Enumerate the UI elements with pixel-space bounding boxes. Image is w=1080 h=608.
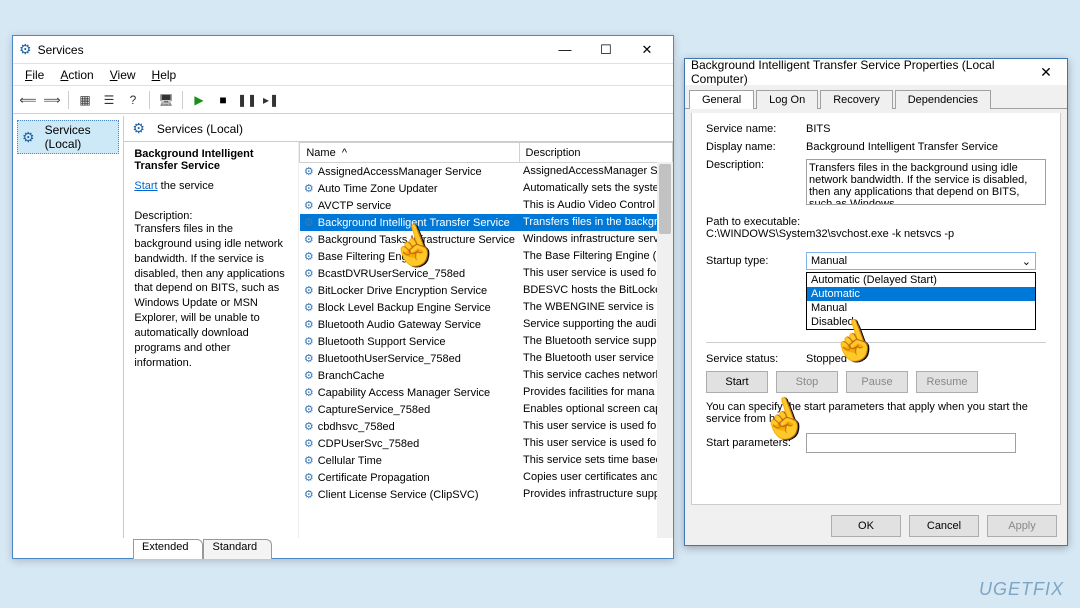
column-name[interactable]: Name ^ (300, 143, 519, 163)
selected-service-title: Background Intelligent Transfer Service (134, 148, 288, 172)
service-row[interactable]: CDPUserSvc_758edThis user service is use… (300, 435, 673, 452)
description-text: Transfers files in the background using … (134, 222, 288, 370)
tree-item-services-local[interactable]: ⚙ Services (Local) (17, 120, 119, 154)
pause-service-icon[interactable]: ❚❚ (236, 89, 258, 111)
apply-button[interactable]: Apply (987, 515, 1057, 537)
tab-dependencies[interactable]: Dependencies (895, 90, 991, 109)
value-service-status: Stopped (806, 353, 1046, 365)
stop-button[interactable]: Stop (776, 371, 838, 393)
chevron-down-icon: ⌄ (1022, 255, 1031, 268)
dialog-close-button[interactable]: ✕ (1031, 62, 1061, 82)
value-path: C:\WINDOWS\System32\svchost.exe -k netsv… (706, 228, 1046, 240)
hint-text: You can specify the start parameters tha… (706, 401, 1046, 425)
nav-fwd-icon[interactable]: ⟹ (41, 89, 63, 111)
close-button[interactable]: ✕ (627, 39, 667, 61)
menu-file[interactable]: File (19, 66, 50, 84)
option-disabled[interactable]: Disabled (807, 315, 1035, 329)
resume-button[interactable]: Resume (916, 371, 978, 393)
service-row[interactable]: Block Level Backup Engine ServiceThe WBE… (300, 299, 673, 316)
service-row[interactable]: Client License Service (ClipSVC)Provides… (300, 486, 673, 503)
properties-dialog: Background Intelligent Transfer Service … (684, 58, 1068, 546)
maximize-button[interactable]: ☐ (586, 39, 626, 61)
service-row[interactable]: BranchCacheThis service caches network (300, 367, 673, 384)
dialog-titlebar[interactable]: Background Intelligent Transfer Service … (685, 59, 1067, 85)
column-description[interactable]: Description (519, 143, 672, 163)
tab-logon[interactable]: Log On (756, 90, 818, 109)
tab-extended[interactable]: Extended (133, 539, 203, 559)
label-service-name: Service name: (706, 123, 806, 135)
service-row[interactable]: Certificate PropagationCopies user certi… (300, 469, 673, 486)
startup-type-dropdown: Automatic (Delayed Start) Automatic Manu… (806, 272, 1036, 330)
titlebar[interactable]: ⚙ Services — ☐ ✕ (13, 36, 673, 64)
menu-action[interactable]: Action (54, 66, 99, 84)
option-automatic[interactable]: Automatic (807, 287, 1035, 301)
services-window: ⚙ Services — ☐ ✕ File Action View Help ⟸… (12, 35, 674, 559)
service-row[interactable]: AVCTP serviceThis is Audio Video Control (300, 197, 673, 214)
value-service-name: BITS (806, 123, 1046, 135)
label-startup-type: Startup type: (706, 255, 806, 267)
value-display-name: Background Intelligent Transfer Service (806, 141, 1046, 153)
cancel-button[interactable]: Cancel (909, 515, 979, 537)
description-textarea[interactable] (806, 159, 1046, 205)
toolbar-modules-icon[interactable]: ▦ (74, 89, 96, 111)
startup-type-select[interactable]: Manual ⌄ (806, 252, 1036, 270)
pause-button[interactable]: Pause (846, 371, 908, 393)
menu-help[interactable]: Help (146, 66, 183, 84)
stop-service-icon[interactable]: ■ (212, 89, 234, 111)
service-row[interactable]: BitLocker Drive Encryption ServiceBDESVC… (300, 282, 673, 299)
menubar: File Action View Help (13, 64, 673, 86)
start-link[interactable]: Start (134, 180, 157, 192)
label-path: Path to executable: (706, 216, 1046, 228)
option-delayed[interactable]: Automatic (Delayed Start) (807, 273, 1035, 287)
gear-icon: ⚙ (22, 129, 35, 146)
service-row[interactable]: Bluetooth Audio Gateway ServiceService s… (300, 316, 673, 333)
start-button[interactable]: Start (706, 371, 768, 393)
window-title: Services (38, 43, 545, 57)
nav-back-icon[interactable]: ⟸ (17, 89, 39, 111)
app-icon: ⚙ (19, 41, 32, 58)
label-start-params: Start parameters: (706, 437, 806, 449)
services-table: Name ^ Description AssignedAccessManager… (299, 142, 673, 503)
service-row[interactable]: Background Tasks Infrastructure ServiceW… (300, 231, 673, 248)
option-manual[interactable]: Manual (807, 301, 1035, 315)
label-display-name: Display name: (706, 141, 806, 153)
scroll-thumb[interactable] (659, 164, 671, 234)
menu-view[interactable]: View (104, 66, 142, 84)
tab-recovery[interactable]: Recovery (820, 90, 892, 109)
tree-pane: ⚙ Services (Local) (13, 116, 124, 538)
detail-column: Background Intelligent Transfer Service … (124, 142, 299, 538)
toolbar-properties-icon[interactable]: ☰ (98, 89, 120, 111)
watermark: UGETFIX (979, 579, 1064, 600)
service-row[interactable]: CaptureService_758edEnables optional scr… (300, 401, 673, 418)
gear-icon: ⚙ (132, 120, 145, 137)
tab-general[interactable]: General (689, 90, 754, 109)
toolbar-refresh-icon[interactable]: ? (122, 89, 144, 111)
service-row[interactable]: Bluetooth Support ServiceThe Bluetooth s… (300, 333, 673, 350)
start-params-input[interactable] (806, 433, 1016, 453)
service-row[interactable]: cbdhsvc_758edThis user service is used f… (300, 418, 673, 435)
toolbar-export-icon[interactable]: 🖥 (155, 89, 177, 111)
right-pane-header: ⚙ Services (Local) (124, 116, 673, 142)
service-row[interactable]: Base Filtering EngineThe Base Filtering … (300, 248, 673, 265)
service-row[interactable]: Auto Time Zone UpdaterAutomatically sets… (300, 180, 673, 197)
label-service-status: Service status: (706, 353, 806, 365)
service-row[interactable]: Capability Access Manager ServiceProvide… (300, 384, 673, 401)
service-row[interactable]: Cellular TimeThis service sets time base… (300, 452, 673, 469)
start-service-icon[interactable]: ▶ (188, 89, 210, 111)
minimize-button[interactable]: — (545, 39, 585, 61)
service-row[interactable]: AssignedAccessManager ServiceAssignedAcc… (300, 163, 673, 180)
tab-standard[interactable]: Standard (203, 539, 272, 559)
ok-button[interactable]: OK (831, 515, 901, 537)
toolbar: ⟸ ⟹ ▦ ☰ ? 🖥 ▶ ■ ❚❚ ▸❚ (13, 86, 673, 114)
label-description: Description: (706, 159, 806, 171)
service-row[interactable]: BcastDVRUserService_758edThis user servi… (300, 265, 673, 282)
scrollbar[interactable] (657, 162, 673, 538)
description-label: Description: (134, 210, 288, 222)
restart-service-icon[interactable]: ▸❚ (260, 89, 282, 111)
service-row[interactable]: Background Intelligent Transfer ServiceT… (300, 214, 673, 231)
service-row[interactable]: BluetoothUserService_758edThe Bluetooth … (300, 350, 673, 367)
